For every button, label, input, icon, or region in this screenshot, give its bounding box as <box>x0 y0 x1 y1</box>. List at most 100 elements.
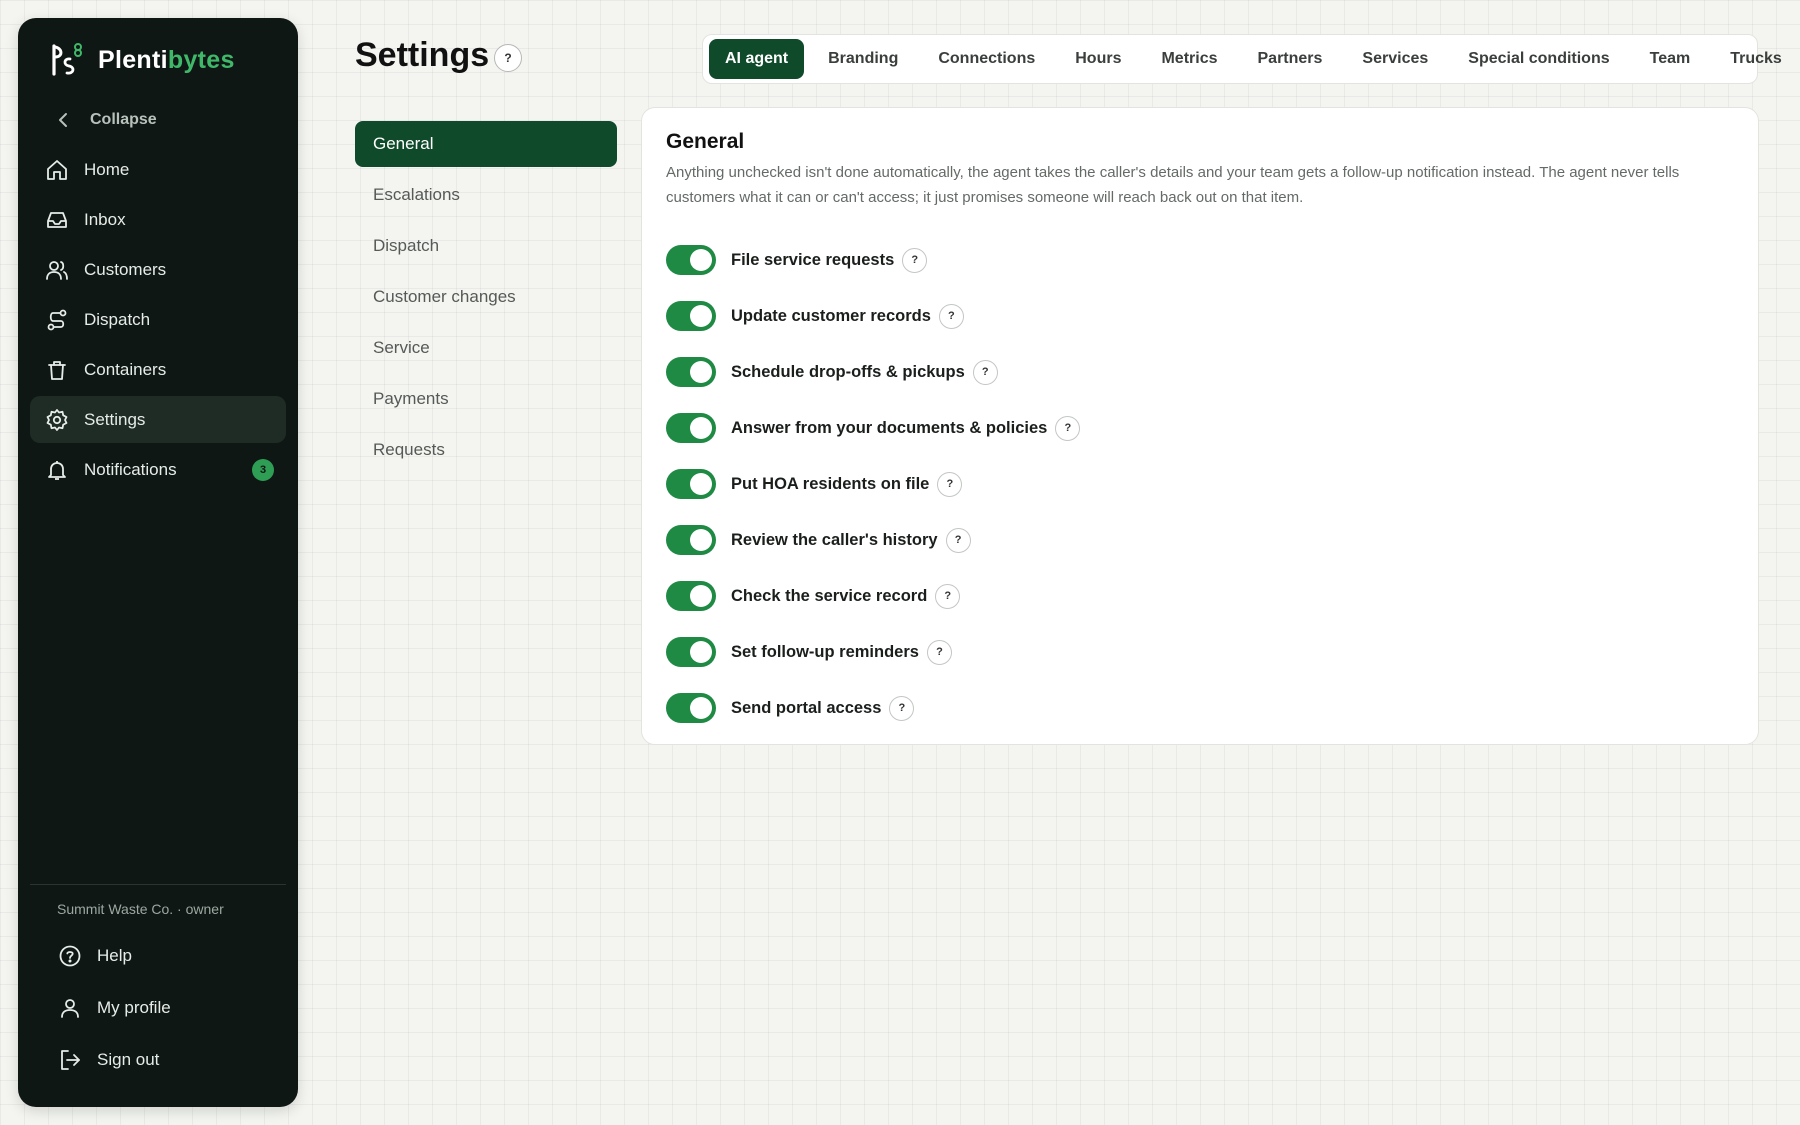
help-button[interactable]: ? <box>938 303 964 329</box>
toggle-row: Update customer records ? <box>666 288 1734 344</box>
toggle-knob <box>690 417 712 439</box>
hoa-residents-toggle[interactable] <box>666 469 716 499</box>
sidebar: Plentibytes Collapse Home Inbox Customer… <box>18 18 298 1107</box>
toggle-knob <box>690 697 712 719</box>
toggle-label: Check the service record <box>731 586 928 605</box>
toggle-label: Update customer records <box>731 306 931 325</box>
my-profile-button[interactable]: My profile <box>30 983 286 1033</box>
help-button[interactable]: ? <box>902 247 928 273</box>
collapse-label: Collapse <box>90 111 157 128</box>
sidebar-item-label: Notifications <box>84 459 177 479</box>
plentibytes-logo-icon <box>52 43 82 76</box>
toggle-knob <box>690 305 712 327</box>
update-customer-records-toggle[interactable] <box>666 301 716 331</box>
sidebar-item-home[interactable]: Home <box>30 146 286 193</box>
sidebar-item-label: Settings <box>84 409 146 429</box>
toggle-label: Schedule drop-offs & pickups <box>731 362 965 381</box>
tab-branding[interactable]: Branding <box>812 39 914 79</box>
help-button[interactable]: ? <box>972 359 998 385</box>
tab-team[interactable]: Team <box>1634 39 1707 79</box>
subnav-service[interactable]: Service <box>355 325 617 371</box>
toggle-knob <box>690 641 712 663</box>
sign-out-button[interactable]: Sign out <box>30 1035 286 1085</box>
sidebar-item-label: Home <box>84 159 130 179</box>
sign-out-label: Sign out <box>97 1050 160 1069</box>
bin-icon <box>44 357 70 383</box>
subnav-dispatch[interactable]: Dispatch <box>355 223 617 269</box>
org-label: Summit Waste Co. · owner <box>57 901 224 917</box>
user-icon <box>57 995 83 1021</box>
settings-tabbar: AI agent Branding Connections Hours Metr… <box>702 34 1782 84</box>
toggle-row: Send portal access ? <box>666 680 1734 736</box>
sign-out-icon <box>57 1047 83 1073</box>
help-icon <box>57 943 83 969</box>
tab-hours[interactable]: Hours <box>1059 39 1137 79</box>
sidebar-item-settings[interactable]: Settings <box>30 396 286 443</box>
toggle-row: File service requests ? <box>666 232 1734 288</box>
settings-help-button[interactable]: ? <box>494 44 522 72</box>
schedule-drop-offs-toggle[interactable] <box>666 357 716 387</box>
tab-metrics[interactable]: Metrics <box>1145 39 1233 79</box>
subnav-general[interactable]: General <box>355 121 617 167</box>
toggle-knob <box>690 249 712 271</box>
card-title: General <box>666 130 745 153</box>
tab-connections[interactable]: Connections <box>922 39 1051 79</box>
help-button[interactable]: Help <box>30 931 286 981</box>
help-label: Help <box>97 946 132 965</box>
toggle-label: Review the caller's history <box>731 530 938 549</box>
follow-up-reminders-toggle[interactable] <box>666 637 716 667</box>
tab-services[interactable]: Services <box>1346 39 1444 79</box>
users-icon <box>44 257 70 283</box>
service-record-toggle[interactable] <box>666 581 716 611</box>
page-title: Settings <box>355 36 490 74</box>
gear-icon <box>44 407 70 433</box>
toggle-label: File service requests <box>731 250 895 269</box>
toggle-knob <box>690 473 712 495</box>
brand[interactable]: Plentibytes <box>30 18 286 102</box>
help-button[interactable]: ? <box>935 583 961 609</box>
sidebar-item-containers[interactable]: Containers <box>30 346 286 393</box>
toggle-row: Answer from your documents & policies ? <box>666 400 1734 456</box>
answer-from-documents-toggle[interactable] <box>666 413 716 443</box>
help-button[interactable]: ? <box>937 471 963 497</box>
tab-partners[interactable]: Partners <box>1242 39 1339 79</box>
file-service-requests-toggle[interactable] <box>666 245 716 275</box>
tab-ai-agent[interactable]: AI agent <box>709 39 805 79</box>
sidebar-item-label: Customers <box>84 259 167 279</box>
help-button[interactable]: ? <box>926 639 952 665</box>
toggle-row: Review the caller's history ? <box>666 512 1734 568</box>
toggle-label: Set follow-up reminders <box>731 642 919 661</box>
sidebar-item-label: Inbox <box>84 209 126 229</box>
sidebar-item-customers[interactable]: Customers <box>30 246 286 293</box>
notification-count-badge: 3 <box>252 458 274 481</box>
subnav-customer-changes[interactable]: Customer changes <box>355 274 617 320</box>
toggle-row: Schedule drop-offs & pickups ? <box>666 344 1734 400</box>
caller-history-toggle[interactable] <box>666 525 716 555</box>
sidebar-item-dispatch[interactable]: Dispatch <box>30 296 286 343</box>
sidebar-item-label: Dispatch <box>84 309 151 329</box>
subnav-payments[interactable]: Payments <box>355 376 617 422</box>
toggle-label: Send portal access <box>731 698 882 717</box>
help-button[interactable]: ? <box>945 527 971 553</box>
toggle-label: Answer from your documents & policies <box>731 418 1048 437</box>
card-description: Anything unchecked isn't done automatica… <box>666 164 1680 206</box>
subnav-escalations[interactable]: Escalations <box>355 172 617 218</box>
toggle-label: Put HOA residents on file <box>731 474 930 493</box>
portal-access-toggle[interactable] <box>666 693 716 723</box>
sidebar-item-notifications[interactable]: Notifications 3 <box>30 446 286 493</box>
collapse-button[interactable]: Collapse <box>30 102 286 138</box>
settings-subnav: General Escalations Dispatch Customer ch… <box>355 121 617 478</box>
tab-special-conditions[interactable]: Special conditions <box>1452 39 1625 79</box>
my-profile-label: My profile <box>97 998 171 1017</box>
toggle-row: Check the service record ? <box>666 568 1734 624</box>
tab-trucks[interactable]: Trucks <box>1714 39 1798 79</box>
subnav-requests[interactable]: Requests <box>355 427 617 473</box>
toggle-knob <box>690 585 712 607</box>
help-button[interactable]: ? <box>1055 415 1081 441</box>
toggle-row: Set follow-up reminders ? <box>666 624 1734 680</box>
sidebar-divider <box>30 884 286 885</box>
sidebar-item-inbox[interactable]: Inbox <box>30 196 286 243</box>
chevron-left-icon <box>59 113 67 127</box>
help-button[interactable]: ? <box>889 695 915 721</box>
home-icon <box>44 157 70 183</box>
